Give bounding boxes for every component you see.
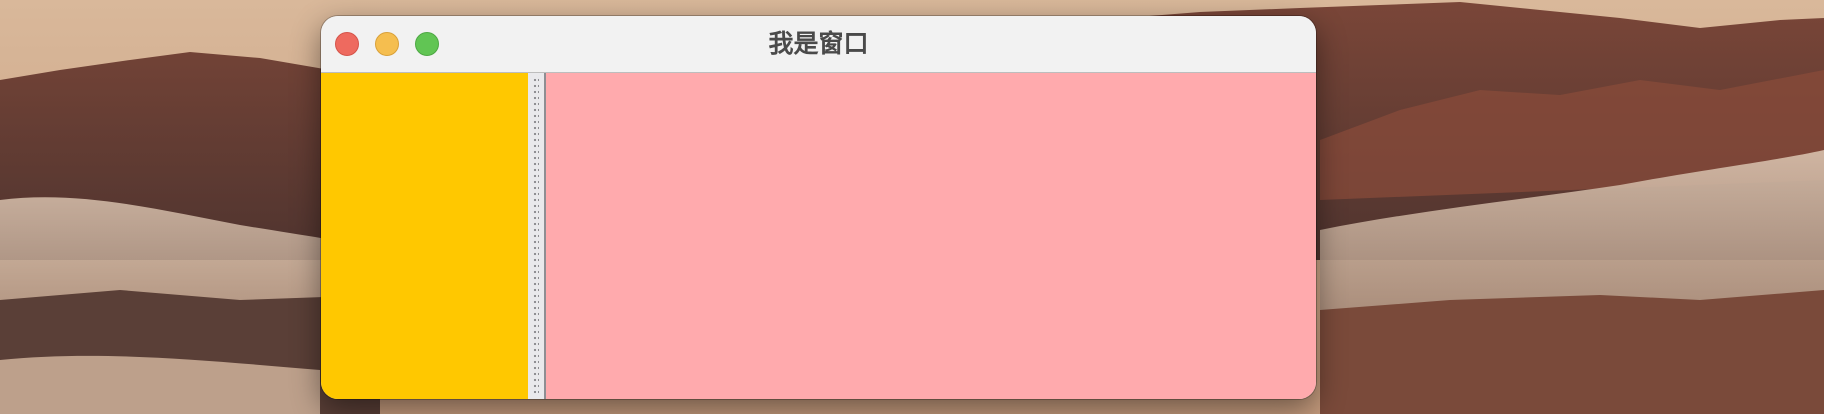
split-divider[interactable] [528,73,546,399]
split-view [321,73,1316,399]
window-title: 我是窗口 [768,29,869,58]
left-pane [321,73,528,399]
desktop-background: 我是窗口 [0,0,1824,414]
app-window: 我是窗口 [321,16,1316,399]
right-pane [546,73,1316,399]
split-drag-handle-icon [533,77,539,395]
window-titlebar[interactable]: 我是窗口 [321,16,1316,73]
